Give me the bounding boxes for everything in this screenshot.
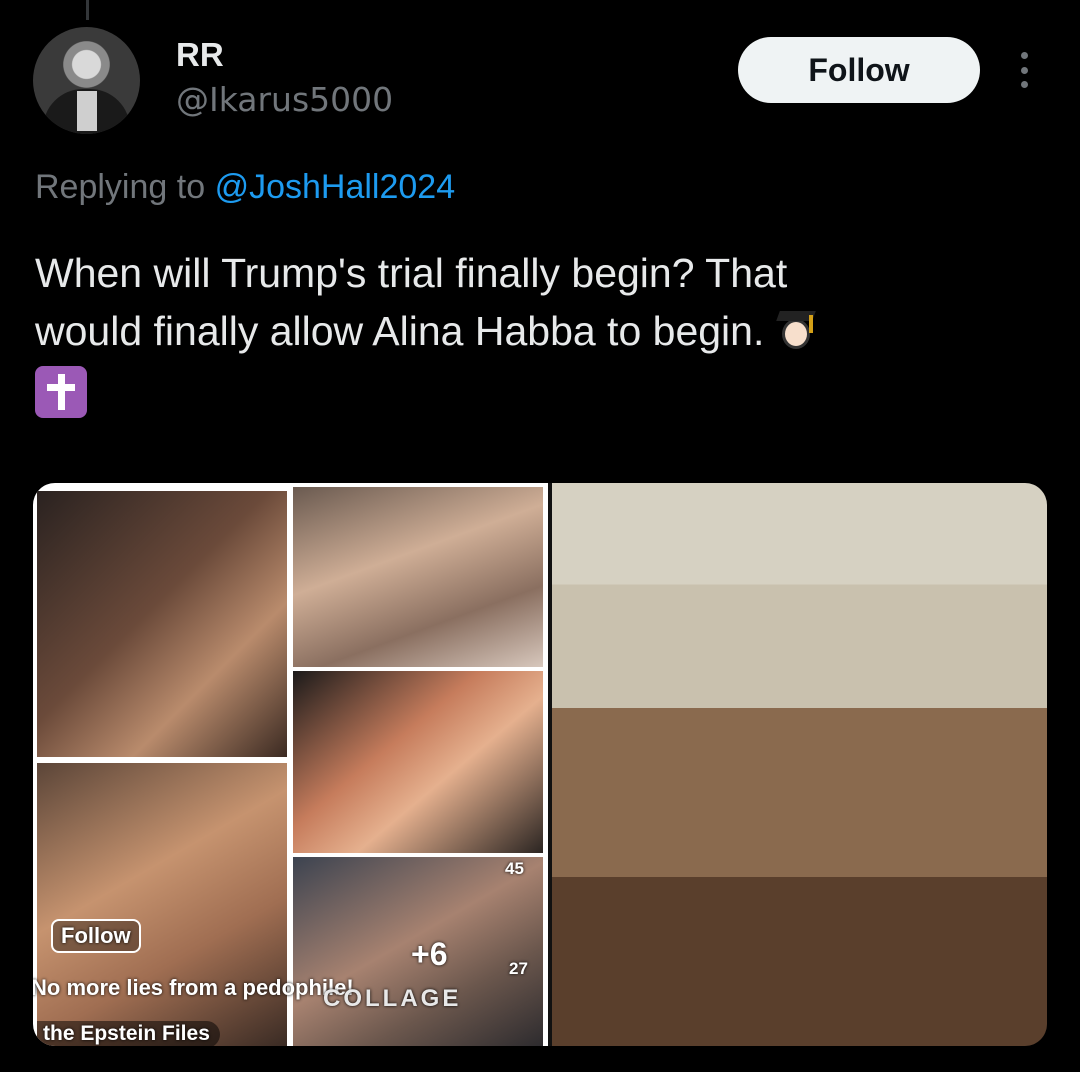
- display-name[interactable]: RR: [176, 36, 224, 74]
- user-handle[interactable]: @Ikarus5000: [176, 80, 393, 119]
- tweet-text: When will Trump's trial finally begin? T…: [35, 244, 1035, 419]
- thread-connector-line: [86, 0, 89, 20]
- tweet-line-1: When will Trump's trial finally begin? T…: [35, 250, 788, 296]
- collage-photo: [293, 671, 543, 853]
- right-photo[interactable]: [552, 483, 1047, 1046]
- more-options-icon[interactable]: [1014, 52, 1034, 88]
- avatar-shirt: [77, 91, 97, 131]
- student-emoji-icon: [775, 307, 816, 351]
- overlay-tag: the Epstein Files: [37, 1021, 220, 1046]
- avatar[interactable]: [33, 27, 140, 134]
- mention-link[interactable]: @JoshHall2024: [215, 168, 456, 206]
- replying-to: Replying to @JoshHall2024: [35, 168, 455, 207]
- replying-to-label: Replying to: [35, 168, 206, 206]
- overlay-follow-label: Follow: [51, 919, 141, 953]
- overlay-share-count: 27: [509, 959, 528, 978]
- tweet-media[interactable]: Follow 45 +6 27 No more lies from a pedo…: [33, 483, 1047, 1046]
- collage-photo: [293, 487, 543, 667]
- collage-photo: [37, 763, 287, 1046]
- follow-button[interactable]: Follow: [738, 37, 980, 103]
- latin-cross-emoji-icon: [35, 366, 87, 419]
- overlay-caption: No more lies from a pedophile!: [33, 975, 354, 1000]
- collage-image[interactable]: Follow 45 +6 27 No more lies from a pedo…: [33, 483, 548, 1046]
- more-dot: [1020, 52, 1028, 59]
- more-dot: [1020, 66, 1028, 74]
- tweet-line-2: would finally allow Alina Habba to begin…: [35, 308, 765, 354]
- overlay-watermark: COLLAGE: [323, 985, 462, 1012]
- overlay-plus-count: +6: [411, 936, 448, 972]
- collage-photo: [37, 491, 287, 757]
- more-dot: [1020, 81, 1028, 88]
- overlay-like-count: 45: [505, 859, 524, 878]
